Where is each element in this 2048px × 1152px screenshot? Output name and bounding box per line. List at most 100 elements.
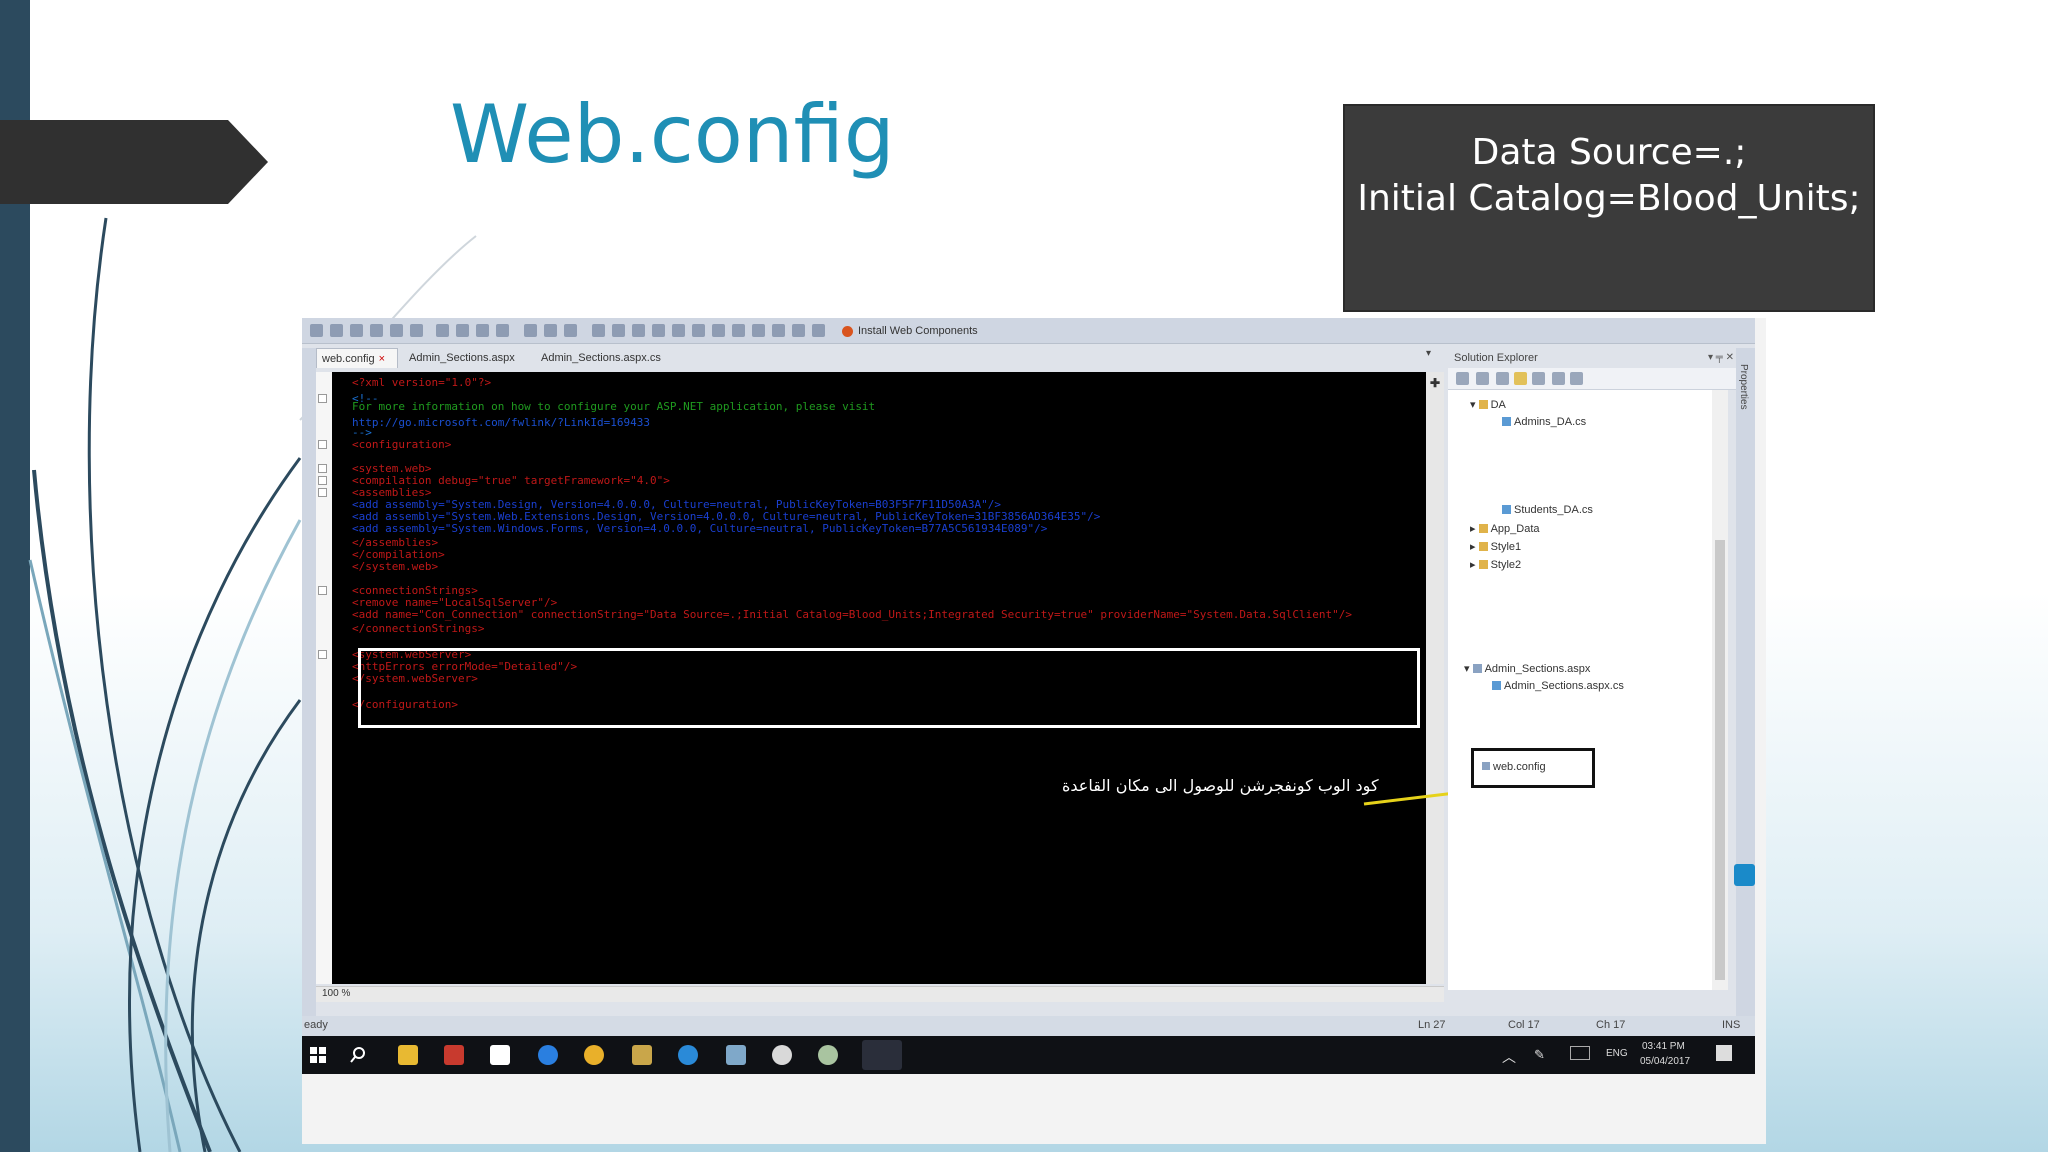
fold-toggle-icon[interactable] [318, 464, 327, 473]
toolbar-icon[interactable] [456, 324, 469, 337]
search-icon[interactable] [348, 1045, 368, 1065]
tab-web-config[interactable]: web.config × [316, 348, 398, 368]
toolbar-icon[interactable] [632, 324, 645, 337]
toolbar-icon[interactable] [612, 324, 625, 337]
toolbar-icon[interactable] [544, 324, 557, 337]
toolbar-icon[interactable] [752, 324, 765, 337]
chevron-up-icon[interactable]: ︿ [1502, 1047, 1516, 1067]
chrome-icon[interactable] [584, 1045, 604, 1065]
tab-admin-sections-aspx[interactable]: Admin_Sections.aspx [404, 348, 520, 368]
tab-label: web.config [322, 353, 375, 365]
code-line[interactable]: </connectionStrings> [352, 622, 484, 635]
fold-toggle-icon[interactable] [318, 476, 327, 485]
tree-item-style1[interactable]: ▸ Style1 [1470, 540, 1521, 553]
toolbar-icon[interactable] [692, 324, 705, 337]
code-line[interactable]: <configuration> [352, 438, 451, 451]
close-icon[interactable]: × [379, 353, 385, 365]
code-line[interactable]: http://go.microsoft.com/fwlink/?LinkId=1… [352, 416, 650, 429]
toolbar-icon[interactable] [436, 324, 449, 337]
code-line[interactable]: <?xml version="1.0"?> [352, 376, 491, 389]
code-line[interactable]: <add name="Con_Connection" connectionStr… [352, 608, 1352, 621]
keyboard-icon[interactable] [1570, 1046, 1590, 1060]
clock-date[interactable]: 05/04/2017 [1640, 1056, 1690, 1067]
app-icon[interactable] [726, 1045, 746, 1065]
toolbar-icon[interactable] [476, 324, 489, 337]
web-page-icon [1472, 664, 1482, 673]
toolbar-icon[interactable] [772, 324, 785, 337]
tree-item-da[interactable]: ▾ DA [1470, 398, 1506, 411]
fold-toggle-icon[interactable] [318, 488, 327, 497]
toolbar-icon[interactable] [370, 324, 383, 337]
tree-item-admins-da[interactable]: Admins_DA.cs [1502, 416, 1586, 428]
toolbar-icon[interactable] [1476, 372, 1489, 385]
toolbar-icon[interactable] [496, 324, 509, 337]
toolbar-icon[interactable] [1532, 372, 1545, 385]
windows-start-icon[interactable] [308, 1045, 328, 1065]
toolbar-icon[interactable] [732, 324, 745, 337]
toolbar-icon[interactable] [1456, 372, 1469, 385]
panel-controls[interactable]: ▾ ╤ ✕ [1708, 348, 1734, 368]
toolbar-icon[interactable] [812, 324, 825, 337]
code-line[interactable]: <add assembly="System.Windows.Forms, Ver… [352, 522, 1047, 535]
fold-toggle-icon[interactable] [318, 586, 327, 595]
install-web-components-button[interactable]: Install Web Components [842, 323, 978, 339]
fold-toggle-icon[interactable] [318, 650, 327, 659]
tree-item-students-da[interactable]: Students_DA.cs [1502, 504, 1593, 516]
code-line[interactable]: For more information on how to configure… [352, 400, 875, 413]
editor-vertical-scrollbar[interactable]: ✚ [1426, 372, 1444, 984]
toolbar-icon[interactable] [592, 324, 605, 337]
pen-icon[interactable]: ✎ [1534, 1047, 1545, 1063]
fold-toggle-icon[interactable] [318, 394, 327, 403]
edge-icon[interactable] [538, 1045, 558, 1065]
powerpoint-icon[interactable] [444, 1045, 464, 1065]
fold-toggle-icon[interactable] [318, 440, 327, 449]
toolbox-rail[interactable] [302, 348, 316, 1048]
toolbar-icon[interactable] [1496, 372, 1509, 385]
notification-icon[interactable] [1716, 1045, 1732, 1061]
store-icon[interactable] [490, 1045, 510, 1065]
properties-tab[interactable]: Properties [1738, 364, 1749, 410]
toolbar-icon[interactable] [564, 324, 577, 337]
toolbar-icon[interactable] [350, 324, 363, 337]
teamviewer-icon[interactable] [1734, 864, 1755, 886]
tools-icon[interactable] [632, 1045, 652, 1065]
tree-item-style2[interactable]: ▸ Style2 [1470, 558, 1521, 571]
tree-item-web-config[interactable]: web.config [1482, 761, 1546, 773]
toolbar-icon[interactable] [310, 324, 323, 337]
clock-time[interactable]: 03:41 PM [1642, 1041, 1685, 1052]
toolbar-icon[interactable] [330, 324, 343, 337]
chevron-down-icon[interactable]: ▾ [1426, 348, 1431, 359]
visual-studio-icon[interactable] [862, 1040, 902, 1070]
web-config-highlight[interactable]: web.config [1471, 748, 1595, 788]
toolbar-icon[interactable] [672, 324, 685, 337]
install-label: Install Web Components [858, 325, 978, 337]
settings-icon[interactable] [772, 1045, 792, 1065]
solution-explorer-scrollbar[interactable] [1712, 390, 1728, 990]
solution-explorer-header: Solution Explorer ▾ ╤ ✕ [1448, 348, 1740, 368]
toolbar-icon[interactable] [524, 324, 537, 337]
toolbar-icon[interactable] [712, 324, 725, 337]
scrollbar-thumb[interactable] [1715, 540, 1725, 980]
toolbar-icon[interactable] [390, 324, 403, 337]
zoom-level[interactable]: 100 % [322, 988, 350, 999]
toolbar-icon[interactable] [1514, 372, 1527, 385]
code-line[interactable]: </system.web> [352, 560, 438, 573]
ide-toolbar: Install Web Components [302, 318, 1755, 344]
teamviewer-taskbar-icon[interactable] [678, 1045, 698, 1065]
tab-admin-sections-aspx-cs[interactable]: Admin_Sections.aspx.cs [536, 348, 666, 368]
language-indicator[interactable]: ENG [1606, 1048, 1628, 1059]
properties-rail[interactable]: Properties [1736, 348, 1755, 1048]
app-icon[interactable] [818, 1045, 838, 1065]
split-icon[interactable]: ✚ [1430, 376, 1440, 390]
editor-horizontal-scrollbar[interactable]: 100 % [316, 986, 1444, 1002]
status-bar: eady Ln 27 Col 17 Ch 17 INS [302, 1016, 1755, 1036]
toolbar-icon[interactable] [792, 324, 805, 337]
toolbar-icon[interactable] [652, 324, 665, 337]
tree-item-app-data[interactable]: ▸ App_Data [1470, 522, 1540, 535]
file-explorer-icon[interactable] [398, 1045, 418, 1065]
toolbar-icon[interactable] [1570, 372, 1583, 385]
toolbar-icon[interactable] [1552, 372, 1565, 385]
tree-item-admin-sections-aspx-cs[interactable]: Admin_Sections.aspx.cs [1492, 680, 1624, 692]
toolbar-icon[interactable] [410, 324, 423, 337]
tree-item-admin-sections-aspx[interactable]: ▾ Admin_Sections.aspx [1464, 662, 1590, 675]
